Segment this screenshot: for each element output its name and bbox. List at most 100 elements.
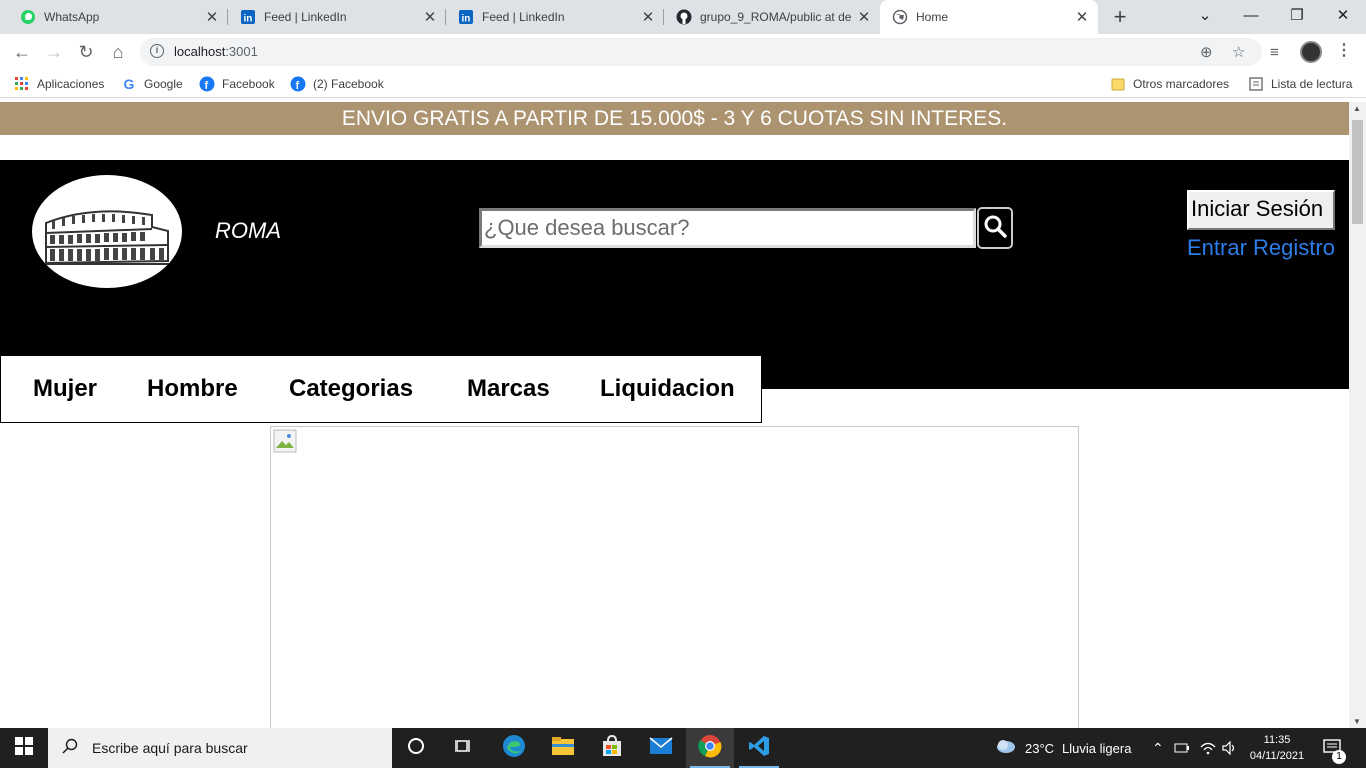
task-view-button[interactable]: [440, 728, 488, 768]
site-info-icon[interactable]: i: [150, 44, 164, 58]
taskbar-clock[interactable]: 11:35 04/11/2021: [1244, 732, 1310, 764]
taskbar-mail[interactable]: [637, 728, 685, 768]
taskbar-search-placeholder: Escribe aquí para buscar: [92, 740, 248, 756]
weather-desc: Lluvia ligera: [1062, 740, 1132, 756]
register-link[interactable]: Registro: [1253, 235, 1335, 260]
back-button[interactable]: ←: [10, 40, 34, 64]
close-icon[interactable]: ✕: [420, 8, 440, 26]
start-button[interactable]: [0, 728, 48, 768]
tab-title: Home: [916, 10, 949, 24]
home-button[interactable]: ⌂: [106, 40, 130, 64]
battery-icon[interactable]: [1174, 728, 1190, 768]
bookmark-apps[interactable]: Aplicaciones: [14, 76, 104, 92]
close-window-button[interactable]: ✕: [1320, 0, 1366, 34]
minimize-button[interactable]: —: [1228, 0, 1274, 34]
windows-taskbar: Escribe aquí para buscar 23°C Lluvia lig…: [0, 728, 1366, 768]
taskbar-edge[interactable]: [490, 728, 538, 768]
tab-title: Feed | LinkedIn: [264, 10, 347, 24]
clock-time: 11:35: [1263, 734, 1291, 746]
taskbar-file-explorer[interactable]: [539, 728, 587, 768]
promo-banner: ENVIO GRATIS A PARTIR DE 15.000$ - 3 Y 6…: [0, 102, 1349, 135]
nav-item-sale[interactable]: Liquidacion: [600, 375, 735, 403]
bookmark-star-icon[interactable]: ☆: [1232, 43, 1245, 61]
tab-home[interactable]: Home ✕: [880, 0, 1098, 34]
nav-item-categories[interactable]: Categorias: [289, 375, 413, 403]
scroll-down-arrow-icon[interactable]: ▼: [1353, 717, 1361, 726]
profile-avatar[interactable]: [1300, 41, 1322, 63]
cortana-circle-icon: [407, 737, 425, 760]
volume-icon[interactable]: [1222, 728, 1238, 768]
search-icon: [62, 738, 78, 759]
mail-icon: [649, 736, 673, 760]
bookmark-other-folder[interactable]: Otros marcadores: [1110, 76, 1229, 92]
nav-item-women[interactable]: Mujer: [33, 375, 97, 403]
nav-item-brands[interactable]: Marcas: [467, 375, 550, 403]
close-icon[interactable]: ✕: [638, 8, 658, 26]
taskbar-chrome[interactable]: [686, 728, 734, 768]
tab-linkedin-2[interactable]: in Feed | LinkedIn ✕: [446, 0, 664, 34]
tab-title: WhatsApp: [44, 10, 100, 24]
tab-search-chevron-icon[interactable]: ⌄: [1182, 0, 1228, 34]
reload-button[interactable]: ↻: [74, 40, 98, 64]
address-bar[interactable]: i localhost:3001 ⊕ ☆: [140, 38, 1262, 66]
folder-icon: [1110, 76, 1126, 92]
menu-kebab-icon[interactable]: ⋮: [1336, 40, 1352, 60]
close-icon[interactable]: ✕: [202, 8, 222, 26]
clock-date: 04/11/2021: [1249, 750, 1305, 762]
svg-text:in: in: [244, 14, 253, 25]
notification-count-badge: 1: [1332, 750, 1346, 764]
url-text: localhost:3001: [174, 44, 258, 59]
github-icon: [676, 9, 692, 25]
new-tab-button[interactable]: +: [1108, 4, 1132, 30]
bookmark-facebook-2[interactable]: f (2) Facebook: [290, 76, 384, 92]
chrome-icon: [698, 734, 722, 763]
search-icon: [983, 214, 1007, 243]
login-button[interactable]: Iniciar Sesión: [1186, 189, 1336, 231]
edge-icon: [502, 734, 526, 763]
colosseum-logo[interactable]: [32, 175, 182, 288]
bookmark-google[interactable]: G Google: [121, 76, 183, 92]
scrollbar-thumb[interactable]: [1352, 120, 1363, 224]
cortana-button[interactable]: [392, 728, 440, 768]
tab-title: Feed | LinkedIn: [482, 10, 565, 24]
apps-grid-icon: [14, 76, 30, 92]
taskbar-store[interactable]: [588, 728, 636, 768]
bookmarks-bar: Aplicaciones G Google f Facebook f (2) F…: [0, 70, 1366, 98]
enter-link[interactable]: Entrar: [1187, 235, 1247, 260]
search-input[interactable]: ¿Que desea buscar?: [479, 208, 976, 248]
browser-toolbar: ← → ↻ ⌂ i localhost:3001 ⊕ ☆ ≡ ⋮: [0, 34, 1366, 70]
task-view-icon: [454, 738, 473, 759]
bookmark-label: (2) Facebook: [313, 77, 384, 91]
tray-overflow-chevron-icon[interactable]: ⌃: [1152, 728, 1164, 768]
notification-center-button[interactable]: 1: [1322, 728, 1346, 768]
scroll-up-arrow-icon[interactable]: ▲: [1353, 104, 1361, 113]
nav-item-men[interactable]: Hombre: [147, 375, 238, 403]
page-scrollbar[interactable]: ▲ ▼: [1349, 102, 1366, 728]
close-icon[interactable]: ✕: [854, 8, 874, 26]
browser-tab-strip: WhatsApp ✕ in Feed | LinkedIn ✕ in Feed …: [0, 0, 1366, 34]
tab-whatsapp[interactable]: WhatsApp ✕: [8, 0, 228, 34]
media-control-icon[interactable]: ≡: [1270, 44, 1279, 61]
close-icon[interactable]: ✕: [1072, 8, 1092, 26]
broken-image-icon: [273, 429, 297, 453]
folder-icon: [551, 736, 575, 761]
bookmark-facebook[interactable]: f Facebook: [199, 76, 275, 92]
bookmark-label: Google: [144, 77, 183, 91]
restore-button[interactable]: ❐: [1274, 0, 1320, 34]
search-button[interactable]: [977, 207, 1013, 249]
bookmark-label: Aplicaciones: [37, 77, 105, 91]
linkedin-icon: in: [240, 9, 256, 25]
tab-github[interactable]: grupo_9_ROMA/public at de ✕: [664, 0, 880, 34]
tab-linkedin-1[interactable]: in Feed | LinkedIn ✕: [228, 0, 446, 34]
main-nav: Mujer Hombre Categorias Marcas Liquidaci…: [0, 355, 762, 423]
windows-logo-icon: [15, 736, 33, 760]
taskbar-vscode[interactable]: [735, 728, 783, 768]
bookmark-reading-list[interactable]: Lista de lectura: [1248, 76, 1352, 92]
forward-button[interactable]: →: [42, 40, 66, 64]
weather-widget[interactable]: 23°C Lluvia ligera: [995, 728, 1131, 768]
store-bag-icon: [601, 734, 623, 762]
wifi-icon[interactable]: [1200, 728, 1216, 768]
taskbar-search-box[interactable]: Escribe aquí para buscar: [48, 728, 392, 768]
facebook-icon: f: [290, 76, 306, 92]
zoom-icon[interactable]: ⊕: [1200, 43, 1213, 61]
